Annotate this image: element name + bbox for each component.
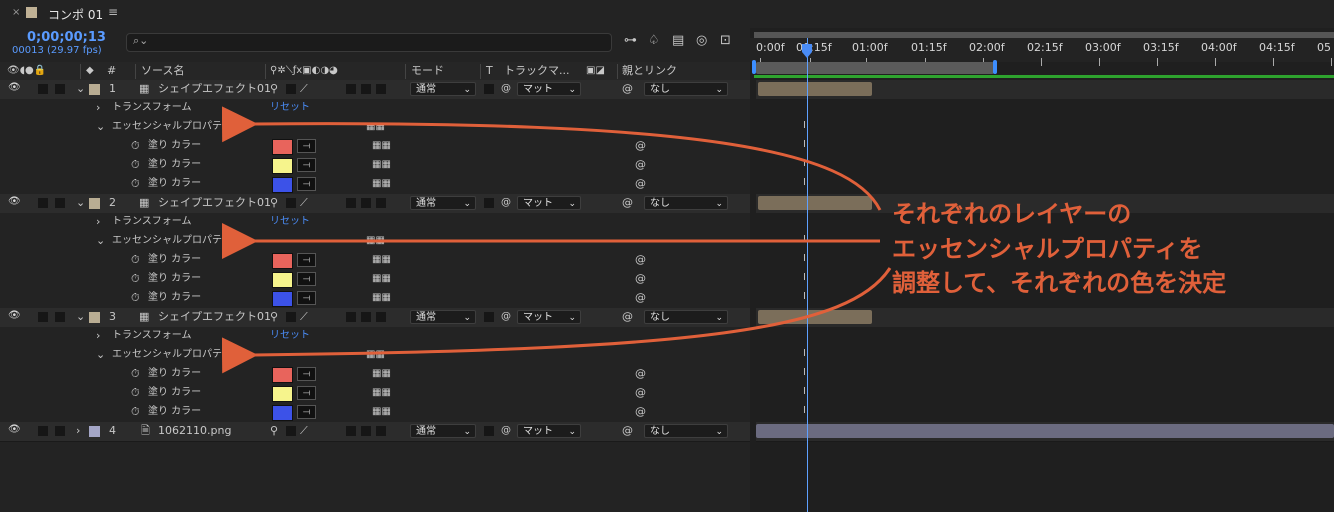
annotation-arrow-1 — [221, 106, 882, 211]
annotation-line-3: 調整して、それぞれの色を決定 — [892, 269, 1227, 297]
annotation-arrow-3 — [221, 267, 892, 374]
annotation-line-2: エッセンシャルプロパティを — [892, 235, 1203, 263]
annotation-line-1: それぞれのレイヤーの — [892, 200, 1132, 228]
